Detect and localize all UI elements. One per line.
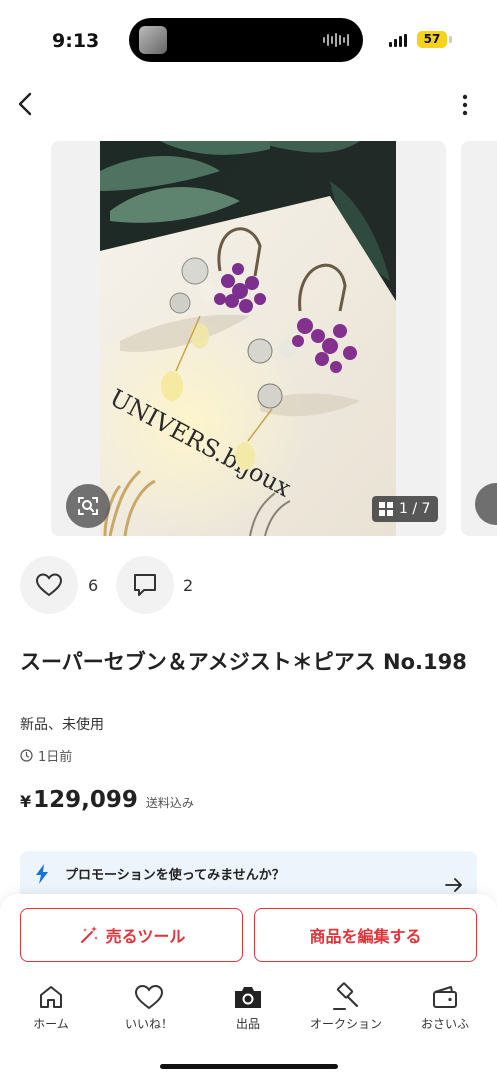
status-time: 9:13	[52, 30, 100, 52]
product-title: スーパーセブン＆アメジスト＊ピアス No.198	[20, 650, 467, 674]
home-indicator	[160, 1064, 338, 1069]
tab-auction[interactable]: オークション	[301, 982, 391, 1034]
status-bar: 9:13 57	[0, 0, 497, 80]
image-search-icon[interactable]	[66, 484, 110, 528]
price-currency: ¥	[20, 792, 32, 811]
next-image-peek[interactable]	[461, 141, 497, 536]
tab-sell[interactable]: 出品	[203, 982, 293, 1034]
image-counter-text: 1 / 7	[399, 501, 431, 517]
back-chevron-icon[interactable]	[14, 90, 38, 118]
grid-icon	[379, 502, 393, 516]
tab-likes[interactable]: いいね！	[104, 982, 194, 1034]
price: ¥ 129,099 送料込み	[20, 787, 194, 813]
tab-home-label: ホーム	[33, 1017, 69, 1031]
promotion-text: プロモーションを使ってみませんか？	[65, 868, 285, 883]
posted-time: 1日前	[20, 746, 72, 765]
product-image-carousel[interactable]: UNIVERS.bijoux	[51, 141, 446, 536]
gavel-icon	[330, 982, 362, 1012]
tab-wallet[interactable]: おさいふ	[400, 982, 490, 1034]
now-playing-thumbnail	[139, 26, 167, 54]
battery-icon: 57	[417, 31, 447, 48]
heart-icon	[35, 573, 63, 597]
tab-likes-label: いいね！	[124, 1017, 173, 1031]
heart-icon	[133, 982, 165, 1012]
battery-tip	[449, 36, 452, 43]
tab-sell-label: 出品	[235, 1017, 260, 1031]
shipping-note: 送料込み	[145, 796, 194, 810]
comment-icon	[134, 574, 156, 596]
edit-item-button[interactable]: 商品を編集する	[254, 908, 477, 962]
cellular-signal-icon	[389, 34, 407, 47]
like-button[interactable]	[20, 556, 78, 614]
wallet-icon	[429, 982, 461, 1012]
lightning-icon	[36, 864, 48, 884]
sell-tools-button[interactable]: 売るツール	[20, 908, 243, 962]
price-value: 129,099	[33, 787, 138, 813]
clock-icon	[20, 749, 33, 762]
tab-wallet-label: おさいふ	[420, 1017, 469, 1031]
arrow-right-icon	[445, 878, 462, 892]
tab-home[interactable]: ホーム	[6, 982, 96, 1034]
image-counter[interactable]: 1 / 7	[372, 496, 439, 522]
more-options-icon[interactable]	[455, 94, 475, 116]
image-search-icon-peek	[475, 483, 497, 525]
audio-wave-icon	[323, 33, 349, 47]
edit-item-label: 商品を編集する	[309, 927, 422, 946]
posted-time-text: 1日前	[38, 750, 73, 765]
tab-auction-label: オークション	[309, 1017, 382, 1031]
dynamic-island	[129, 18, 363, 62]
magic-wand-icon	[80, 926, 98, 943]
sell-tools-label: 売るツール	[105, 927, 186, 946]
product-photo[interactable]: UNIVERS.bijoux	[100, 141, 396, 536]
comment-count: 2	[183, 576, 194, 595]
like-count: 6	[88, 576, 99, 595]
home-icon	[35, 982, 67, 1012]
item-condition: 新品、未使用	[20, 717, 104, 733]
camera-icon	[232, 982, 264, 1012]
comment-button[interactable]	[116, 556, 174, 614]
